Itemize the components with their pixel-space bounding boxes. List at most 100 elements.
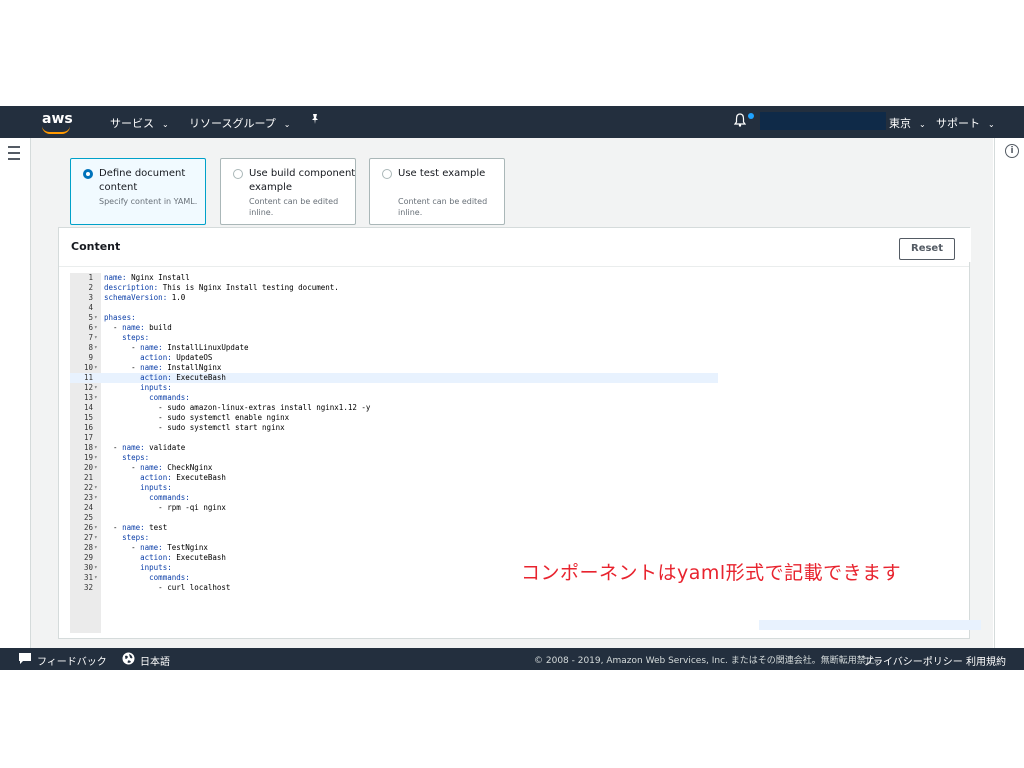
code-text: - curl localhost	[104, 583, 231, 592]
fold-arrow-icon[interactable]: ▾	[94, 453, 100, 463]
line-number: 13	[83, 393, 93, 402]
code-line[interactable]: 20 ▾ - name: CheckNginx	[70, 463, 718, 473]
chevron-down-icon: ⌄	[919, 120, 926, 129]
support-label: サポート	[936, 117, 980, 130]
fold-arrow-icon[interactable]: ▾	[94, 343, 100, 353]
option-use-build-example[interactable]: Use build component example Content can …	[220, 158, 356, 225]
code-line[interactable]: 14 - sudo amazon-linux-extras install ng…	[70, 403, 718, 413]
code-line[interactable]: 21 action: ExecuteBash	[70, 473, 718, 483]
right-help-panel: i	[994, 138, 1024, 648]
aws-logo[interactable]: aws	[42, 111, 73, 134]
fold-arrow-icon[interactable]: ▾	[94, 523, 100, 533]
code-line[interactable]: 10 ▾ - name: InstallNginx	[70, 363, 718, 373]
fold-arrow-icon[interactable]: ▾	[94, 363, 100, 373]
language-selector[interactable]: 日本語	[140, 653, 170, 668]
code-line[interactable]: 15 - sudo systemctl enable nginx	[70, 413, 718, 423]
line-number: 8	[88, 343, 93, 352]
divider	[59, 266, 969, 267]
terms-of-use-link[interactable]: 利用規約	[966, 653, 1006, 668]
line-number: 24	[83, 503, 93, 512]
hamburger-menu-icon[interactable]	[8, 146, 20, 160]
line-number: 6	[88, 323, 93, 332]
option-define-document-content[interactable]: Define document content Specify content …	[70, 158, 206, 225]
chevron-down-icon: ⌄	[283, 120, 291, 129]
services-menu[interactable]: サービス ⌄	[110, 115, 169, 131]
option-use-test-example[interactable]: Use test example Content can be edited i…	[369, 158, 505, 225]
fold-arrow-icon[interactable]: ▾	[94, 483, 100, 493]
code-line[interactable]: 22 ▾ inputs:	[70, 483, 718, 493]
code-text: commands:	[149, 493, 190, 502]
fold-arrow-icon[interactable]: ▾	[94, 333, 100, 343]
code-line[interactable]: 23 ▾ commands:	[70, 493, 718, 503]
reset-button[interactable]: Reset	[899, 238, 955, 260]
option-title: Use test example	[398, 168, 486, 179]
fold-arrow-icon[interactable]: ▾	[94, 493, 100, 503]
line-number: 27	[83, 533, 93, 542]
aws-smile-icon	[42, 126, 70, 134]
code-line[interactable]: 2 description: This is Nginx Install test…	[70, 283, 718, 293]
fold-arrow-icon[interactable]: ▾	[94, 443, 100, 453]
code-line[interactable]: 11 action: ExecuteBash	[70, 373, 718, 383]
fold-arrow-icon[interactable]: ▾	[94, 463, 100, 473]
code-line[interactable]: 16 - sudo systemctl start nginx	[70, 423, 718, 433]
code-text: description: This is Nginx Install testi…	[104, 283, 339, 292]
fold-arrow-icon[interactable]: ▾	[94, 533, 100, 543]
fold-arrow-icon[interactable]: ▾	[94, 323, 100, 333]
account-menu[interactable]	[760, 112, 886, 130]
code-text: - name: build	[104, 323, 172, 332]
globe-icon[interactable]	[122, 652, 135, 668]
bell-icon[interactable]	[733, 113, 747, 130]
code-line[interactable]: 3 schemaVersion: 1.0	[70, 293, 718, 303]
feedback-icon[interactable]	[18, 652, 32, 668]
code-line[interactable]: 6 ▾ - name: build	[70, 323, 718, 333]
code-line[interactable]: 26 ▾ - name: test	[70, 523, 718, 533]
fold-arrow-icon[interactable]: ▾	[94, 313, 100, 323]
option-title: Define document content	[99, 168, 186, 193]
region-menu[interactable]: 東京 ⌄	[889, 115, 926, 131]
option-description: Content can be edited inline.	[249, 197, 339, 217]
line-number: 29	[83, 553, 93, 562]
code-line[interactable]: 18 ▾ - name: validate	[70, 443, 718, 453]
resource-groups-menu[interactable]: リソースグループ ⌄	[189, 115, 291, 131]
line-number: 31	[83, 573, 93, 582]
code-text: action: ExecuteBash	[140, 553, 226, 562]
notification-dot	[748, 113, 754, 119]
code-line[interactable]: 5 ▾ phases:	[70, 313, 718, 323]
line-number: 22	[83, 483, 93, 492]
privacy-policy-link[interactable]: プライバシーポリシー	[863, 653, 963, 668]
code-text: action: ExecuteBash	[140, 473, 226, 482]
code-line[interactable]: 24 - rpm -qi nginx	[70, 503, 718, 513]
radio-button[interactable]	[382, 169, 392, 179]
code-line[interactable]: 1 name: Nginx Install	[70, 273, 718, 283]
fold-arrow-icon[interactable]: ▾	[94, 383, 100, 393]
pin-icon[interactable]	[310, 113, 320, 128]
code-line[interactable]: 8 ▾ - name: InstallLinuxUpdate	[70, 343, 718, 353]
fold-arrow-icon[interactable]: ▾	[94, 393, 100, 403]
code-text: steps:	[122, 533, 150, 542]
radio-button[interactable]	[233, 169, 243, 179]
info-icon[interactable]: i	[1005, 144, 1019, 158]
code-line[interactable]: 19 ▾ steps:	[70, 453, 718, 463]
radio-button-selected[interactable]	[83, 169, 93, 179]
code-line[interactable]: 9 action: UpdateOS	[70, 353, 718, 363]
option-description: Specify content in YAML.	[99, 197, 198, 206]
code-line[interactable]: 28 ▾ - name: TestNginx	[70, 543, 718, 553]
code-line[interactable]: 7 ▾ steps:	[70, 333, 718, 343]
aws-logo-text: aws	[42, 111, 73, 127]
code-line[interactable]: 4	[70, 303, 718, 313]
annotation-text: コンポーネントはyaml形式で記載できます	[521, 562, 902, 584]
line-number: 21	[83, 473, 93, 482]
fold-arrow-icon[interactable]: ▾	[94, 573, 100, 583]
code-line[interactable]: 25	[70, 513, 718, 523]
feedback-link[interactable]: フィードバック	[37, 653, 107, 668]
code-line[interactable]: 27 ▾ steps:	[70, 533, 718, 543]
fold-arrow-icon[interactable]: ▾	[94, 543, 100, 553]
code-text: - name: validate	[104, 443, 186, 452]
region-label: 東京	[889, 117, 911, 130]
code-line[interactable]: 13 ▾ commands:	[70, 393, 718, 403]
fold-arrow-icon[interactable]: ▾	[94, 563, 100, 573]
code-line[interactable]: 17	[70, 433, 718, 443]
support-menu[interactable]: サポート ⌄	[936, 115, 995, 131]
line-number: 25	[83, 513, 93, 522]
code-line[interactable]: 12 ▾ inputs:	[70, 383, 718, 393]
